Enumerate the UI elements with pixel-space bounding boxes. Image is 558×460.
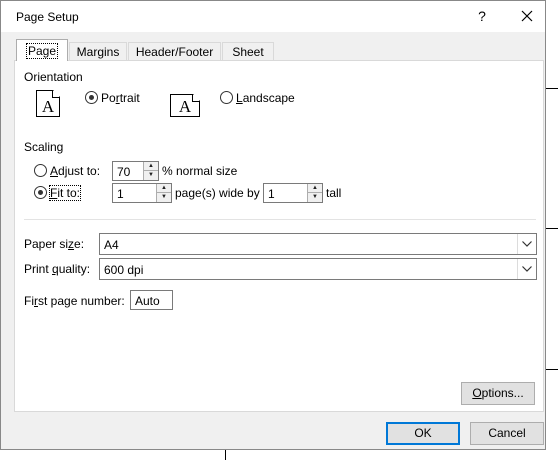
tall-label: tall [326,186,342,200]
first-page-number-value: Auto [135,294,160,308]
landscape-radio[interactable] [220,91,233,104]
fit-to-radio[interactable] [34,186,47,199]
fit-tall-spinner[interactable]: 1 ▲ ▼ [263,183,323,203]
tab-page[interactable]: Page [16,39,68,61]
chevron-down-icon[interactable] [517,259,536,279]
background-line [546,369,558,370]
spin-up-icon[interactable]: ▲ [157,184,171,193]
background-line [546,228,558,229]
divider [24,219,536,220]
ok-button[interactable]: OK [386,422,460,445]
scaling-heading: Scaling [24,140,64,154]
chevron-down-icon[interactable] [517,234,536,254]
portrait-label[interactable]: Portrait [101,91,140,105]
title-bar[interactable]: Page Setup ? [1,1,545,32]
spin-down-icon[interactable]: ▼ [144,171,158,180]
fit-to-label[interactable]: Fit to: [48,185,82,201]
tab-header-footer[interactable]: Header/Footer [128,42,221,60]
adjust-to-radio[interactable] [34,164,47,177]
pages-wide-by-label: page(s) wide by [175,186,260,200]
paper-size-label: Paper size: [24,237,85,251]
paper-size-select[interactable]: A4 [99,233,537,255]
spin-down-icon[interactable]: ▼ [157,193,171,202]
first-page-number-label: First page number: [24,294,125,308]
orientation-heading: Orientation [24,70,83,84]
adjust-percent-spinner[interactable]: 70 ▲ ▼ [112,161,159,181]
spin-down-icon[interactable]: ▼ [308,193,322,202]
paper-size-value: A4 [104,238,119,252]
landscape-label[interactable]: Landscape [236,91,295,105]
close-button[interactable] [511,4,543,28]
adjust-to-label[interactable]: Adjust to: [50,164,100,178]
fit-tall-value: 1 [268,187,275,201]
help-button[interactable]: ? [467,4,497,28]
fit-wide-spinner[interactable]: 1 ▲ ▼ [112,183,172,203]
portrait-radio[interactable] [85,91,98,104]
spin-up-icon[interactable]: ▲ [308,184,322,193]
options-button[interactable]: Options... [461,382,535,405]
first-page-number-input[interactable]: Auto [130,290,173,310]
tab-panel-page: Orientation A Portrait A Landscape Scali… [14,60,544,412]
landscape-page-icon: A [170,94,200,117]
fit-wide-value: 1 [117,187,124,201]
print-quality-select[interactable]: 600 dpi [99,258,537,280]
portrait-page-icon: A [36,90,60,117]
print-quality-label: Print quality: [24,262,91,276]
tab-sheet[interactable]: Sheet [222,42,274,60]
adjust-percent-value: 70 [117,165,131,179]
print-quality-value: 600 dpi [104,263,144,277]
background-line [546,88,558,89]
page-setup-dialog: Page Setup ? Page Margins Header/Footer … [0,0,546,450]
normal-size-label: % normal size [162,164,238,178]
close-icon [521,10,533,22]
dialog-title: Page Setup [16,10,79,24]
cancel-button[interactable]: Cancel [470,422,544,445]
background-line [225,450,226,460]
tab-margins[interactable]: Margins [69,42,127,60]
spin-up-icon[interactable]: ▲ [144,162,158,171]
